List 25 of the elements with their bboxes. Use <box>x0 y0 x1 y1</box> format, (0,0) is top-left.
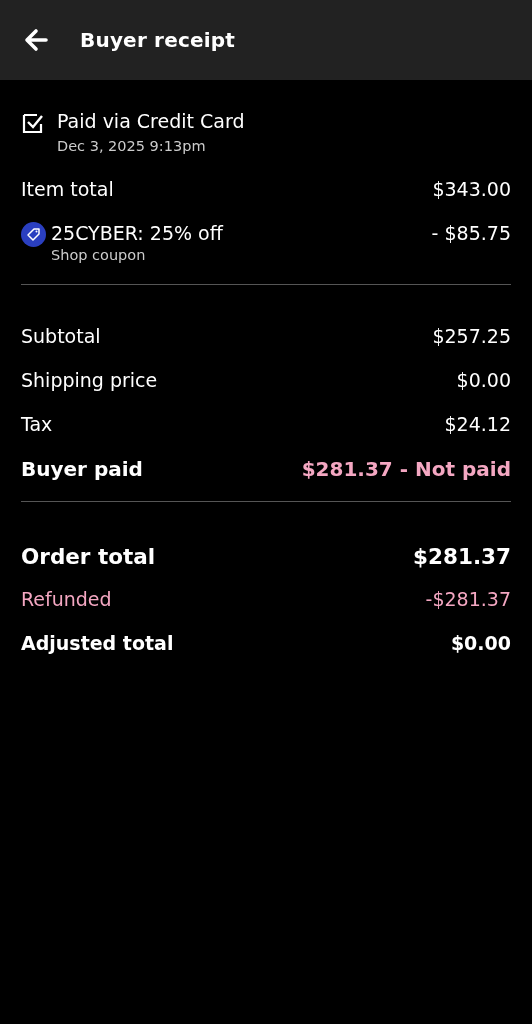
amount: $281.37 <box>413 544 511 569</box>
amount: -$281.37 <box>425 588 511 610</box>
line-label: Shipping price <box>21 369 158 391</box>
screen-title: Buyer receipt <box>80 28 236 52</box>
line-label: Tax <box>21 413 53 435</box>
payment-method: Paid via Credit Card <box>57 110 246 134</box>
amount: - $85.75 <box>431 222 511 244</box>
line-label: Adjusted total <box>21 632 174 654</box>
coupon-type: Shop coupon <box>51 247 147 263</box>
amount: $343.00 <box>432 178 511 200</box>
back-button[interactable] <box>22 26 50 54</box>
amount: $24.12 <box>444 413 511 435</box>
amount: $0.00 <box>450 632 511 654</box>
amount: $0.00 <box>456 369 511 391</box>
amount: $257.25 <box>432 325 511 347</box>
line-label: Refunded <box>21 588 112 610</box>
line-label: Buyer paid <box>21 457 143 481</box>
line-label: Item total <box>21 178 114 200</box>
line-label: Order total <box>21 544 156 569</box>
payment-date: Dec 3, 2025 9:13pm <box>57 138 207 154</box>
amount: $281.37 - Not paid <box>301 457 511 481</box>
tag-icon <box>21 222 46 247</box>
back-arrow-icon <box>22 26 50 54</box>
line-label: Subtotal <box>21 325 101 347</box>
coupon-code: 25CYBER: 25% off <box>51 222 223 244</box>
